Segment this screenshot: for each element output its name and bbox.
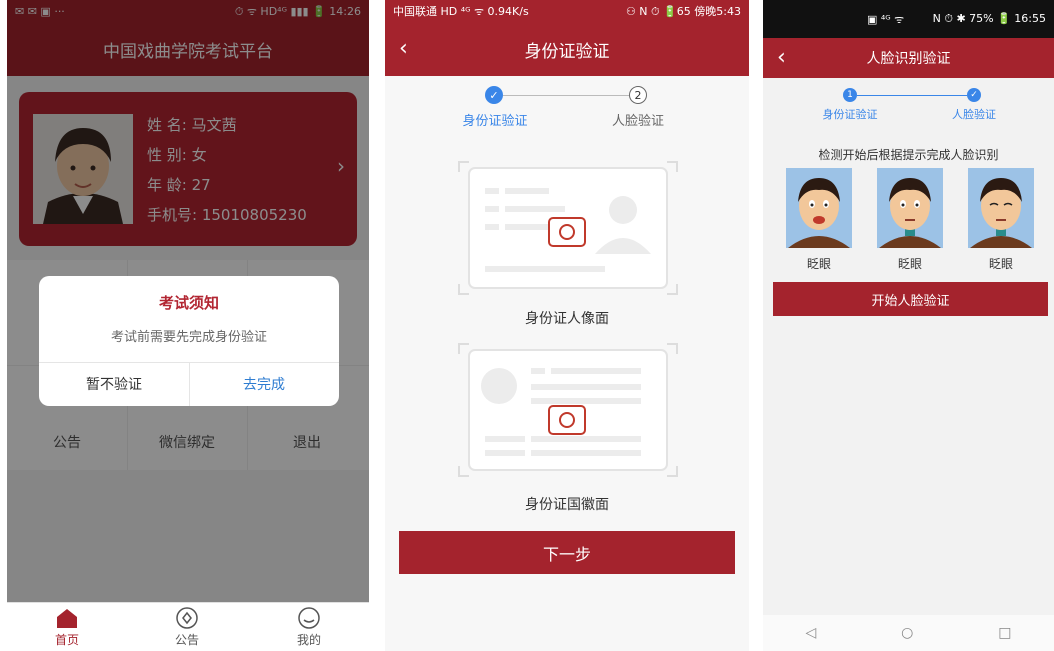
tab-mine[interactable]: 我的 — [279, 607, 339, 648]
status-bar: 中国联通 HD ⁴ᴳ ᯤ 0.94K/s ⚇ N ⏱ 🔋65 傍晚5:43 — [385, 0, 749, 22]
status-left: ▣ ⁴ᴳ ᯤ — [867, 12, 905, 26]
status-left: 中国联通 HD ⁴ᴳ ᯤ 0.94K/s — [393, 5, 529, 18]
status-right: N ⏱ ✱ 75% 🔋 16:55 — [932, 12, 1046, 25]
face-verify-screen: ▣ ⁴ᴳ ᯤ N ⏱ ✱ 75% 🔋 16:55 ‹ 人脸识别验证 1 ✓ 身份… — [763, 0, 1054, 651]
tab-home-label: 首页 — [54, 633, 79, 647]
step-2-label: 人脸验证 — [611, 114, 664, 129]
bottom-tab-bar: 首页 公告 我的 — [7, 602, 369, 651]
home-screen: ✉ ✉ ▣ ··· ⏱ ᯤ HD⁴ᴳ ▮▮▮ 🔋 14:26 中国戏曲学院考试平… — [7, 0, 369, 651]
tab-mine-label: 我的 — [296, 633, 321, 647]
dialog-title: 考试须知 — [158, 294, 219, 312]
app-header: ‹ 人脸识别验证 — [763, 38, 1054, 78]
face-sample-3 — [968, 168, 1034, 248]
back-triangle-icon[interactable]: ◁ — [805, 625, 816, 641]
page-title: 身份证验证 — [524, 41, 610, 62]
tab-home[interactable]: 首页 — [37, 607, 97, 648]
status-bar: ▣ ⁴ᴳ ᯤ N ⏱ ✱ 75% 🔋 16:55 — [763, 0, 1054, 38]
camera-icon — [548, 217, 586, 247]
camera-icon — [548, 405, 586, 435]
skip-verify-button[interactable]: 暂不验证 — [39, 362, 189, 406]
recents-square-icon[interactable]: □ — [998, 625, 1011, 641]
home-circle-icon[interactable]: ○ — [901, 625, 913, 641]
check-icon: ✓ — [967, 88, 981, 102]
tab-notice[interactable]: 公告 — [157, 607, 217, 648]
id-back-caption: 身份证国徽面 — [525, 497, 609, 513]
step-1-label: 身份证验证 — [462, 114, 528, 129]
face-label-2: 眨眼 — [897, 257, 922, 271]
app-header: ‹ 身份证验证 — [385, 22, 749, 76]
back-icon[interactable]: ‹ — [777, 47, 786, 69]
step-connector — [503, 95, 629, 96]
system-nav-bar: ◁ ○ □ — [763, 615, 1054, 651]
id-front-upload[interactable] — [455, 158, 681, 298]
id-front-caption: 身份证人像面 — [525, 311, 609, 327]
step-2-number: 2 — [629, 86, 647, 104]
status-right: ⚇ N ⏱ 🔋65 傍晚5:43 — [625, 5, 741, 18]
go-complete-button[interactable]: 去完成 — [189, 362, 339, 406]
face-label-1: 眨眼 — [806, 257, 831, 271]
smile-icon — [298, 607, 320, 629]
step-2-label: 人脸验证 — [952, 108, 996, 121]
step-1-number: 1 — [843, 88, 857, 102]
exam-notice-dialog: 考试须知 考试前需要先完成身份验证 暂不验证 去完成 — [39, 276, 339, 406]
face-instruction: 检测开始后根据提示完成人脸识别 — [818, 148, 999, 162]
step-1-label: 身份证验证 — [822, 108, 878, 121]
face-sample-2 — [877, 168, 943, 248]
id-verify-screen: 中国联通 HD ⁴ᴳ ᯤ 0.94K/s ⚇ N ⏱ 🔋65 傍晚5:43 ‹ … — [385, 0, 749, 651]
home-icon — [57, 609, 77, 628]
tab-notice-label: 公告 — [174, 633, 199, 647]
id-back-upload[interactable] — [455, 340, 681, 480]
back-icon[interactable]: ‹ — [399, 38, 408, 60]
start-face-verify-button[interactable]: 开始人脸验证 — [773, 282, 1048, 316]
dialog-message: 考试前需要先完成身份验证 — [110, 330, 267, 345]
next-step-button[interactable]: 下一步 — [399, 531, 735, 574]
step-connector — [857, 95, 967, 96]
compass-icon — [176, 607, 198, 629]
page-title: 人脸识别验证 — [866, 51, 951, 67]
face-sample-1 — [786, 168, 852, 248]
check-icon: ✓ — [485, 86, 503, 104]
face-label-3: 眨眼 — [988, 257, 1013, 271]
